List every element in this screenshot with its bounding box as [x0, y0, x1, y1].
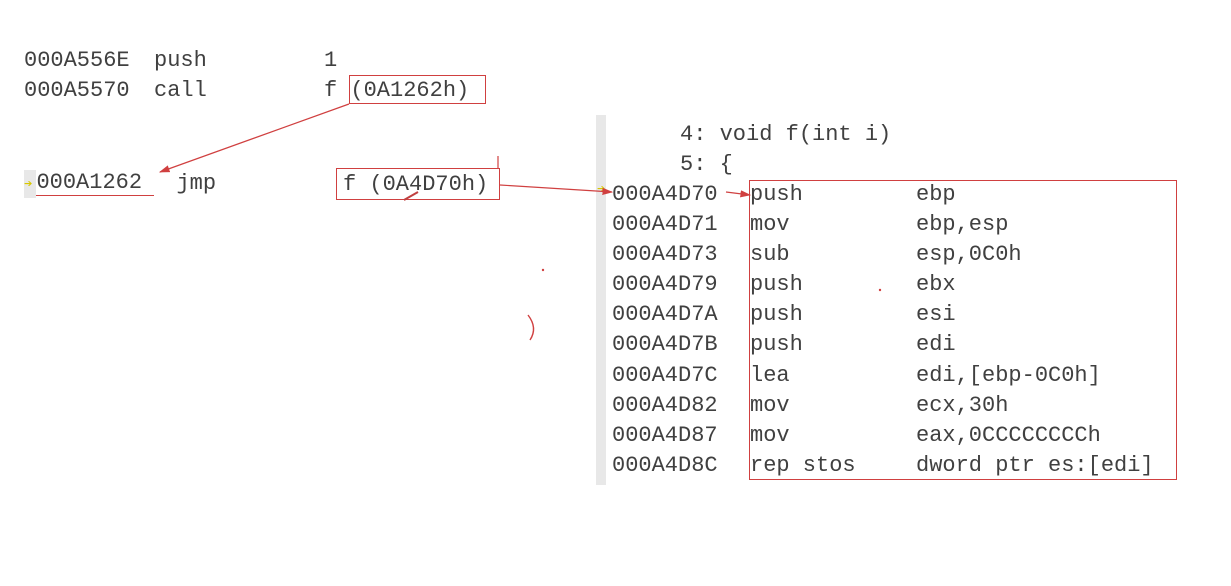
disasm-row: 000A4D79pushebx [612, 270, 1154, 300]
mnemonic-cell: jmp [154, 171, 314, 196]
mnemonic-cell: push [750, 180, 916, 210]
mnemonic-cell: lea [750, 361, 916, 391]
disasm-row: 000A4D70pushebp [612, 180, 1154, 210]
disasm-row: 000A4D71movebp,esp [612, 210, 1154, 240]
highlight-box-call-target [349, 75, 486, 104]
mnemonic-cell: rep stos [750, 451, 916, 481]
operand-cell: ebp [916, 180, 956, 210]
mnemonic-cell: mov [750, 421, 916, 451]
disasm-row: 000A4D7Cleaedi,[ebp-0C0h] [612, 361, 1154, 391]
address-cell: 000A556E [24, 46, 154, 76]
operand-cell: esi [916, 300, 956, 330]
mnemonic-cell: push [750, 270, 916, 300]
address-cell: 000A4D8C [612, 451, 750, 481]
mnemonic-cell: push [750, 330, 916, 360]
thunk-disassembly: ➔ 000A1262 jmp [24, 170, 314, 196]
disasm-row: 000A4D7Bpushedi [612, 330, 1154, 360]
operand-cell: edi,[ebp-0C0h] [916, 361, 1101, 391]
operand-cell: eax,0CCCCCCCCh [916, 421, 1101, 451]
disasm-row: 000A4D73subesp,0C0h [612, 240, 1154, 270]
operand-cell: f (0A4D70h) [343, 172, 488, 197]
address-cell: 000A4D79 [612, 270, 750, 300]
mnemonic-cell: sub [750, 240, 916, 270]
address-cell: 000A1262 [36, 170, 154, 196]
operand-cell: 1 [324, 46, 337, 76]
function-disassembly: 4: void f(int i) 5: { 000A4D70pushebp000… [612, 120, 1154, 481]
address-cell: 000A5570 [24, 76, 154, 106]
mnemonic-cell: mov [750, 391, 916, 421]
address-cell: 000A4D7A [612, 300, 750, 330]
disasm-row: 000A4D87moveax,0CCCCCCCCh [612, 421, 1154, 451]
operand-cell: edi [916, 330, 956, 360]
mnemonic-cell: call [154, 76, 324, 106]
operand-cell: ebx [916, 270, 956, 300]
disasm-row: 000A556E push 1 [24, 46, 469, 76]
mnemonic-cell: mov [750, 210, 916, 240]
address-cell: 000A4D7B [612, 330, 750, 360]
mnemonic-cell: push [750, 300, 916, 330]
address-cell: 000A4D87 [612, 421, 750, 451]
current-instruction-pointer-icon: ➔ [597, 181, 605, 198]
highlight-box-jmp-target: f (0A4D70h) [336, 168, 500, 200]
address-cell: 000A4D7C [612, 361, 750, 391]
address-cell: 000A4D71 [612, 210, 750, 240]
operand-cell: ebp,esp [916, 210, 1008, 240]
operand-cell: esp,0C0h [916, 240, 1022, 270]
address-cell: 000A4D70 [612, 180, 750, 210]
address-cell: 000A4D73 [612, 240, 750, 270]
source-line: 5: { [612, 150, 1154, 180]
disasm-row: 000A4D7Apushesi [612, 300, 1154, 330]
mnemonic-cell: push [154, 46, 324, 76]
source-line: 4: void f(int i) [612, 120, 1154, 150]
address-cell: 000A4D82 [612, 391, 750, 421]
operand-cell: dword ptr es:[edi] [916, 451, 1154, 481]
disasm-row: 000A4D82movecx,30h [612, 391, 1154, 421]
disasm-row: 000A4D8Crep stosdword ptr es:[edi] [612, 451, 1154, 481]
disassembly-gutter [596, 115, 606, 485]
operand-cell: ecx,30h [916, 391, 1008, 421]
current-instruction-pointer-icon: ➔ [24, 176, 32, 193]
